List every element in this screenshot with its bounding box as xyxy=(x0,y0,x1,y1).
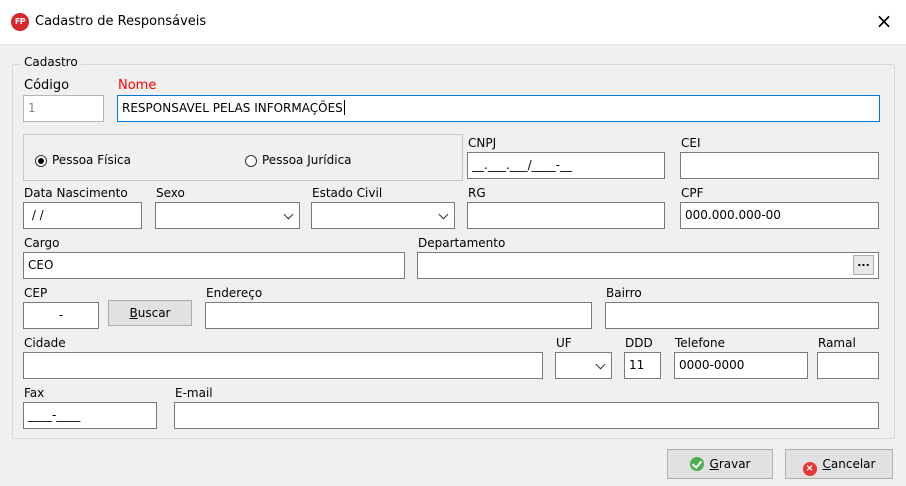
estado-civil-label: Estado Civil xyxy=(312,186,383,200)
chevron-down-icon xyxy=(283,209,294,220)
cargo-label: Cargo xyxy=(24,236,60,250)
window-title: Cadastro de Responsáveis xyxy=(35,14,207,29)
codigo-label: Código xyxy=(24,78,70,93)
pessoa-juridica-label[interactable]: Pessoa Jurídica xyxy=(262,153,352,167)
telefone-label: Telefone xyxy=(675,336,725,350)
chevron-down-icon xyxy=(438,209,449,220)
ddd-label: DDD xyxy=(625,336,653,350)
rg-field[interactable] xyxy=(467,202,665,229)
data-nascimento-field[interactable]: / / xyxy=(23,202,142,229)
email-field[interactable] xyxy=(174,402,879,429)
cancelar-label: ancelar xyxy=(830,457,876,471)
sexo-label: Sexo xyxy=(156,186,185,200)
close-icon[interactable]: × xyxy=(872,10,896,34)
buscar-mnemonic: B xyxy=(129,306,138,320)
cep-field[interactable]: - xyxy=(23,302,99,329)
gravar-label: ravar xyxy=(718,457,751,471)
endereco-label: Endereço xyxy=(206,286,263,300)
cei-label: CEI xyxy=(681,136,701,150)
endereco-field[interactable] xyxy=(205,302,592,329)
cnpj-label: CNPJ xyxy=(468,136,497,150)
ramal-label: Ramal xyxy=(818,336,856,350)
data-nascimento-label: Data Nascimento xyxy=(24,186,128,200)
sexo-select[interactable] xyxy=(155,202,300,229)
uf-label: UF xyxy=(556,336,572,350)
cnpj-field[interactable]: __.___.___/____-__ xyxy=(467,152,665,179)
cargo-field[interactable]: CEO xyxy=(23,252,405,279)
app-logo-icon: FP xyxy=(11,13,29,31)
buscar-label: uscar xyxy=(137,306,171,320)
chevron-down-icon xyxy=(595,359,606,370)
cep-label: CEP xyxy=(24,286,48,300)
check-circle-icon xyxy=(689,457,704,471)
buscar-button[interactable]: Buscar xyxy=(108,300,192,326)
nome-value: RESPONSAVEL PELAS INFORMAÇÕES xyxy=(122,101,343,115)
estado-civil-select[interactable] xyxy=(311,202,455,229)
gravar-mnemonic: G xyxy=(709,457,719,471)
fax-field[interactable]: ____-____ xyxy=(23,402,157,429)
ddd-field[interactable]: 11 xyxy=(624,352,661,379)
cidade-field[interactable] xyxy=(23,352,543,379)
nome-label: Nome xyxy=(118,78,157,93)
bairro-label: Bairro xyxy=(606,286,642,300)
uf-select[interactable] xyxy=(555,352,612,379)
codigo-field[interactable]: 1 xyxy=(23,95,104,122)
pessoa-fisica-radio[interactable] xyxy=(35,155,47,167)
cpf-label: CPF xyxy=(681,186,704,200)
fax-label: Fax xyxy=(24,386,45,400)
title-bar: FP Cadastro de Responsáveis × xyxy=(0,0,906,45)
nome-field[interactable]: RESPONSAVEL PELAS INFORMAÇÕES xyxy=(117,95,880,122)
bairro-field[interactable] xyxy=(605,302,879,329)
email-label: E-mail xyxy=(175,386,213,400)
group-legend: Cadastro xyxy=(21,55,81,69)
ramal-field[interactable] xyxy=(817,352,879,379)
departamento-label: Departamento xyxy=(418,236,506,250)
cei-field[interactable] xyxy=(680,152,879,179)
rg-label: RG xyxy=(468,186,486,200)
cancel-circle-icon: × xyxy=(802,462,817,476)
text-caret xyxy=(343,100,345,115)
departamento-lookup-button[interactable]: ... xyxy=(853,255,874,275)
telefone-field[interactable]: 0000-0000 xyxy=(674,352,808,379)
pessoa-fisica-label[interactable]: Pessoa Física xyxy=(52,153,131,167)
gravar-button[interactable]: Gravar xyxy=(667,449,773,479)
pessoa-juridica-radio[interactable] xyxy=(245,155,257,167)
cancelar-mnemonic: C xyxy=(822,457,831,471)
departamento-field[interactable] xyxy=(417,252,879,279)
cidade-label: Cidade xyxy=(24,336,66,350)
cancelar-button[interactable]: × Cancelar xyxy=(785,449,893,479)
cpf-field[interactable]: 000.000.000-00 xyxy=(680,202,879,229)
